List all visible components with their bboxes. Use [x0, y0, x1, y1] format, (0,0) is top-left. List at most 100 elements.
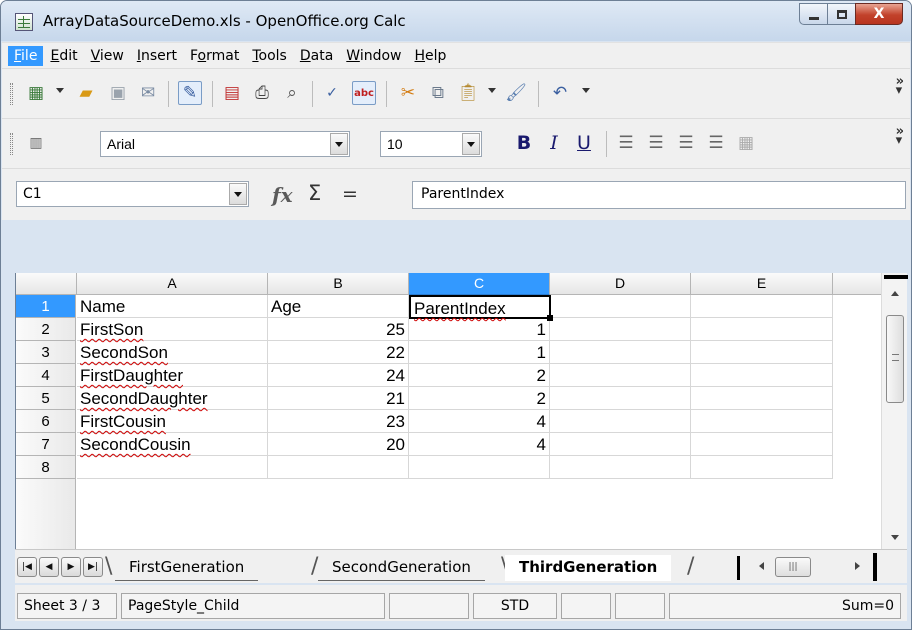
column-header-partial[interactable] — [833, 273, 881, 295]
auto-spellcheck-icon[interactable]: abc — [352, 81, 376, 105]
last-sheet-icon[interactable]: ▶| — [83, 557, 103, 577]
cell-a5[interactable]: SecondDaughter — [77, 387, 268, 410]
edit-file-icon[interactable]: ✎ — [178, 81, 202, 105]
row-header-selected[interactable]: 1 — [16, 295, 76, 318]
row-header[interactable]: 4 — [16, 364, 76, 387]
cell-b4[interactable]: 24 — [268, 364, 409, 387]
open-folder-icon[interactable]: ▰ — [74, 81, 98, 105]
scroll-down-icon[interactable] — [891, 535, 899, 540]
cell-d5[interactable] — [550, 387, 691, 410]
cell-e2[interactable] — [691, 318, 833, 341]
cell-d8[interactable] — [550, 456, 691, 479]
align-left-icon[interactable]: ☰ — [614, 131, 638, 155]
next-sheet-icon[interactable]: ▶ — [61, 557, 81, 577]
cell-a7[interactable]: SecondCousin — [77, 433, 268, 456]
status-page-style[interactable]: PageStyle_Child — [121, 593, 385, 619]
toolbar-overflow-icon[interactable]: » ▾ — [896, 125, 904, 147]
cell-d6[interactable] — [550, 410, 691, 433]
horizontal-split-handle[interactable] — [737, 556, 740, 580]
cell-b1[interactable]: Age — [268, 295, 409, 318]
cell-c1-active[interactable]: ParentIndex — [409, 295, 551, 319]
email-icon[interactable]: ✉ — [136, 81, 160, 105]
menu-tools[interactable]: Tools — [246, 46, 293, 66]
cell-b3[interactable]: 22 — [268, 341, 409, 364]
row-header[interactable]: 5 — [16, 387, 76, 410]
cell-e6[interactable] — [691, 410, 833, 433]
page-preview-icon[interactable]: ⌕ — [280, 81, 304, 105]
status-sheet-position[interactable]: Sheet 3 / 3 — [17, 593, 117, 619]
cell-c3[interactable]: 1 — [409, 341, 550, 364]
spellcheck-icon[interactable]: ✓ — [320, 81, 344, 105]
sheet-tab-firstgeneration[interactable]: FirstGeneration — [115, 555, 259, 581]
align-center-icon[interactable]: ☰ — [644, 131, 668, 155]
save-icon[interactable]: ▣ — [106, 81, 130, 105]
status-zoom[interactable] — [389, 593, 469, 619]
font-name-combo[interactable]: Arial — [100, 131, 350, 157]
column-header-selected[interactable]: C — [409, 273, 550, 295]
menu-help[interactable]: Help — [409, 46, 453, 66]
toolbar-grip[interactable] — [10, 133, 13, 155]
cell-d1[interactable] — [550, 295, 691, 318]
menu-window[interactable]: Window — [340, 46, 407, 66]
cut-icon[interactable]: ✂ — [396, 81, 420, 105]
toolbar-overflow-icon[interactable]: » ▾ — [896, 75, 904, 97]
paste-icon[interactable]: 📋︎ — [456, 81, 480, 105]
spreadsheet-grid[interactable]: A B C D E 1 Name Age ParentIndex 2 First… — [15, 273, 881, 549]
cell-c8[interactable] — [409, 456, 550, 479]
cell-d2[interactable] — [550, 318, 691, 341]
cell-e3[interactable] — [691, 341, 833, 364]
cell-b8[interactable] — [268, 456, 409, 479]
row-header[interactable]: 8 — [16, 456, 76, 479]
cell-e1[interactable] — [691, 295, 833, 318]
cell-e4[interactable] — [691, 364, 833, 387]
justify-icon[interactable]: ☰ — [704, 131, 728, 155]
sum-icon[interactable]: Σ — [308, 181, 321, 205]
horizontal-scroll-thumb[interactable]: ||| — [775, 557, 811, 577]
menu-file[interactable]: File — [8, 45, 44, 66]
cell-c2[interactable]: 1 — [409, 318, 550, 341]
formula-input[interactable]: ParentIndex — [412, 181, 906, 209]
menu-edit[interactable]: Edit — [44, 46, 83, 66]
undo-dropdown-icon[interactable] — [582, 88, 590, 93]
status-selection-mode[interactable]: STD — [473, 593, 557, 619]
paste-dropdown-icon[interactable] — [488, 88, 496, 93]
format-paintbrush-icon[interactable]: 🖌︎ — [504, 81, 528, 105]
sheet-tab-thirdgeneration[interactable]: ThirdGeneration — [505, 555, 672, 581]
cell-e5[interactable] — [691, 387, 833, 410]
cell-b2[interactable]: 25 — [268, 318, 409, 341]
row-header[interactable]: 3 — [16, 341, 76, 364]
close-button[interactable]: X — [855, 3, 903, 25]
cell-b7[interactable]: 20 — [268, 433, 409, 456]
merge-cells-icon[interactable]: ▦ — [734, 131, 758, 155]
menu-data[interactable]: Data — [294, 46, 339, 66]
horizontal-scrollbar[interactable]: ||| — [737, 556, 867, 580]
first-sheet-icon[interactable]: |◀ — [17, 557, 37, 577]
minimize-button[interactable] — [799, 3, 827, 25]
font-size-combo[interactable]: 10 — [380, 131, 482, 157]
undo-icon[interactable]: ↶ — [548, 81, 572, 105]
new-dropdown-icon[interactable] — [56, 88, 64, 93]
bold-button[interactable]: B — [512, 132, 536, 156]
cell-a2[interactable]: FirstSon — [77, 318, 268, 341]
row-header[interactable]: 7 — [16, 433, 76, 456]
align-right-icon[interactable]: ☰ — [674, 131, 698, 155]
column-header[interactable]: D — [550, 273, 691, 295]
menu-insert[interactable]: Insert — [131, 46, 183, 66]
italic-button[interactable]: I — [542, 132, 566, 156]
column-header[interactable]: A — [77, 273, 268, 295]
export-pdf-icon[interactable]: ▤ — [220, 81, 244, 105]
cell-a3[interactable]: SecondSon — [77, 341, 268, 364]
underline-button[interactable]: U — [572, 132, 596, 156]
cell-b5[interactable]: 21 — [268, 387, 409, 410]
scroll-right-icon[interactable] — [855, 562, 860, 570]
name-box[interactable]: C1 — [16, 181, 249, 207]
font-name-dropdown-icon[interactable] — [330, 133, 348, 155]
cell-a6[interactable]: FirstCousin — [77, 410, 268, 433]
new-document-icon[interactable]: ▦ — [24, 81, 48, 105]
cell-c7[interactable]: 4 — [409, 433, 550, 456]
fill-handle[interactable] — [547, 315, 553, 321]
cell-c5[interactable]: 2 — [409, 387, 550, 410]
cell-d4[interactable] — [550, 364, 691, 387]
row-header[interactable]: 2 — [16, 318, 76, 341]
row-header[interactable]: 6 — [16, 410, 76, 433]
